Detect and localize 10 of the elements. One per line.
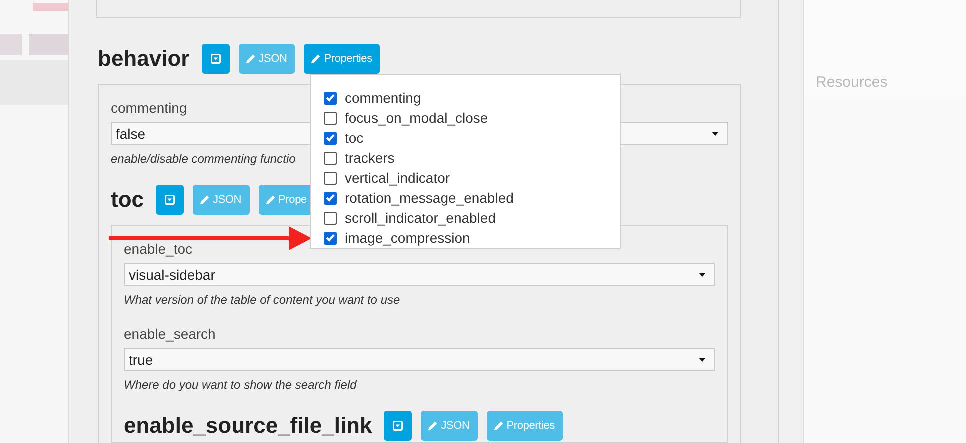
field-label: enable_search bbox=[124, 325, 216, 343]
help-text: enable/disable commenting functio bbox=[111, 152, 296, 166]
section-heading: behavior bbox=[98, 46, 190, 72]
section-heading: enable_source_file_link bbox=[124, 413, 372, 439]
section-heading: toc bbox=[111, 187, 144, 213]
field-label: commenting bbox=[111, 99, 188, 117]
field-label: enable_toc bbox=[124, 240, 193, 258]
section-heading: Resources bbox=[815, 74, 889, 93]
help-text: Where do you want to show the search field bbox=[124, 378, 357, 392]
help-text: What version of the table of content you want to use bbox=[124, 293, 400, 307]
